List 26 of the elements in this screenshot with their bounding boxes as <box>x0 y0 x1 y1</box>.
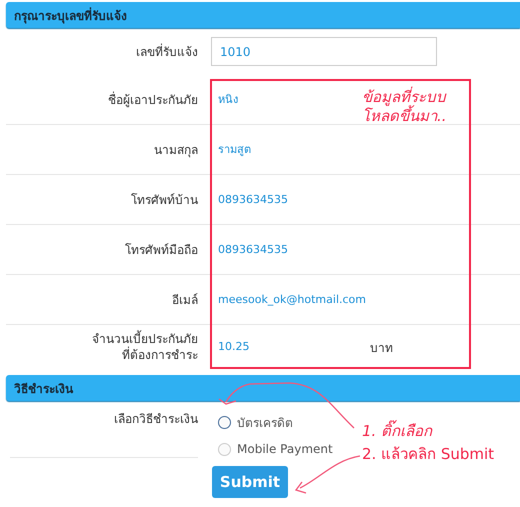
field-value: 0893634535 <box>218 192 289 208</box>
field-label: จำนวนเบี้ยประกันภัย <box>92 331 198 346</box>
field-value: 0893634535 <box>218 242 289 258</box>
field-value: รามสูต <box>218 142 252 158</box>
field-label: อีเมล์ <box>172 292 198 308</box>
field-value: 10.25 <box>218 339 250 355</box>
field-value: meesook_ok@hotmail.com <box>218 292 367 308</box>
field-label: เลือกวิธีชำระเงิน <box>114 411 198 427</box>
annotation-note: 2. แล้วคลิก Submit <box>362 445 494 464</box>
submit-button[interactable]: Submit <box>212 466 288 498</box>
field-label: ชื่อผู้เอาประกันภัย <box>108 92 198 108</box>
section-title: วิธีชำระเงิน <box>14 380 73 398</box>
section-title: กรุณาระบุเลขที่รับแจ้ง <box>14 6 127 24</box>
field-label: นามสกุล <box>154 142 198 158</box>
unit-label: บาท <box>370 340 393 356</box>
radio-button[interactable] <box>218 416 231 429</box>
field-label: โทรศัพท์บ้าน <box>131 192 198 208</box>
annotation-note: 1. ติ๊กเลือก <box>362 422 432 441</box>
arrow <box>294 455 360 494</box>
field-label: เลขที่รับแจ้ง <box>136 44 198 60</box>
input-field[interactable]: 1010 <box>211 37 437 66</box>
annotation-note: ข้อมูลที่ระบบ โหลดขึ้นมา.. <box>362 88 447 126</box>
radio-label: Mobile Payment <box>237 442 333 456</box>
field-label: โทรศัพท์มือถือ <box>125 242 198 258</box>
radio-label: บัตรเครดิต <box>237 415 293 432</box>
field-label: ที่ต้องการชำระ <box>122 347 198 363</box>
